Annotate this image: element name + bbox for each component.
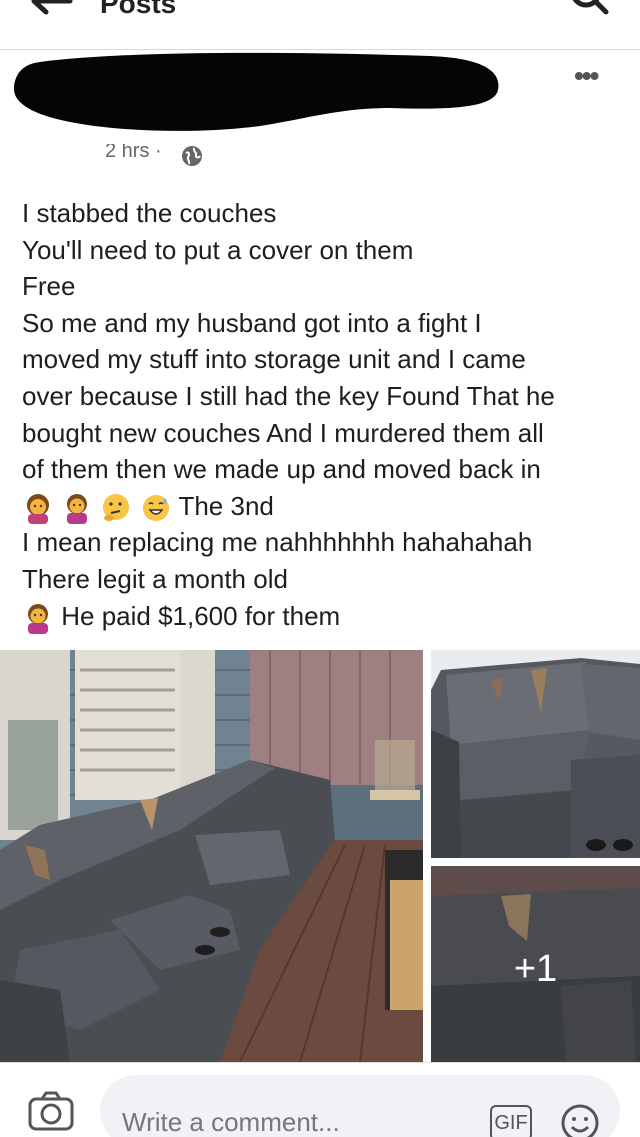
post-emoji-line: The 3nd	[22, 488, 627, 525]
woman-gesturing-emoji-icon	[28, 603, 48, 634]
post-line: over because I still had the key Found T…	[22, 380, 555, 411]
comment-input[interactable]: Write a comment... GIF	[100, 1075, 620, 1137]
arrow-left-icon[interactable]	[30, 0, 74, 16]
smiley-icon[interactable]	[560, 1103, 600, 1137]
more-icon[interactable]: •••	[574, 62, 599, 90]
camera-icon[interactable]	[28, 1091, 74, 1131]
top-bar: Posts	[0, 0, 640, 50]
post-line: I mean replacing me nahhhhhhh hahahahah	[22, 527, 533, 558]
more-photos-count[interactable]: +1	[431, 866, 640, 1062]
post-line-text: He paid $1,600 for them	[61, 600, 341, 631]
post-timestamp: 2 hrs ·	[105, 144, 162, 162]
thinking-face-emoji-icon	[103, 493, 130, 521]
post-line: There legit a month old	[22, 563, 288, 594]
post-line: of them then we made up and moved back i…	[22, 454, 541, 485]
search-icon[interactable]	[568, 0, 612, 20]
woman-pouting-emoji-icon	[27, 493, 49, 524]
post-line: I stabbed the couches	[22, 198, 277, 228]
post-line: Free	[22, 271, 76, 302]
post-line: moved my stuff into storage unit and I c…	[22, 344, 526, 375]
gif-icon[interactable]: GIF	[490, 1105, 532, 1137]
grinning-sweat-emoji-icon	[142, 494, 169, 521]
photo-grid: +1	[0, 650, 640, 1062]
photo-couch-porch[interactable]	[0, 650, 423, 1062]
photo-more-images[interactable]: +1	[431, 866, 640, 1062]
page-title: Posts	[100, 0, 177, 19]
comment-bar: Write a comment... GIF	[0, 1062, 640, 1137]
post-body: I stabbed the couches You'll need to put…	[22, 195, 627, 634]
post-last-line: He paid $1,600 for them	[22, 598, 627, 635]
photo-couch-closeup[interactable]	[431, 650, 640, 858]
comment-placeholder: Write a comment...	[122, 1107, 340, 1137]
post-line-text: The 3nd	[178, 490, 274, 521]
globe-icon	[182, 146, 202, 166]
post-line: bought new couches And I murdered them a…	[22, 417, 544, 448]
redacted-name-block	[13, 52, 499, 131]
post-line: You'll need to put a cover on them	[22, 234, 414, 265]
post-line: So me and my husband got into a fight I	[22, 307, 482, 338]
woman-gesturing-emoji-icon	[67, 493, 88, 524]
